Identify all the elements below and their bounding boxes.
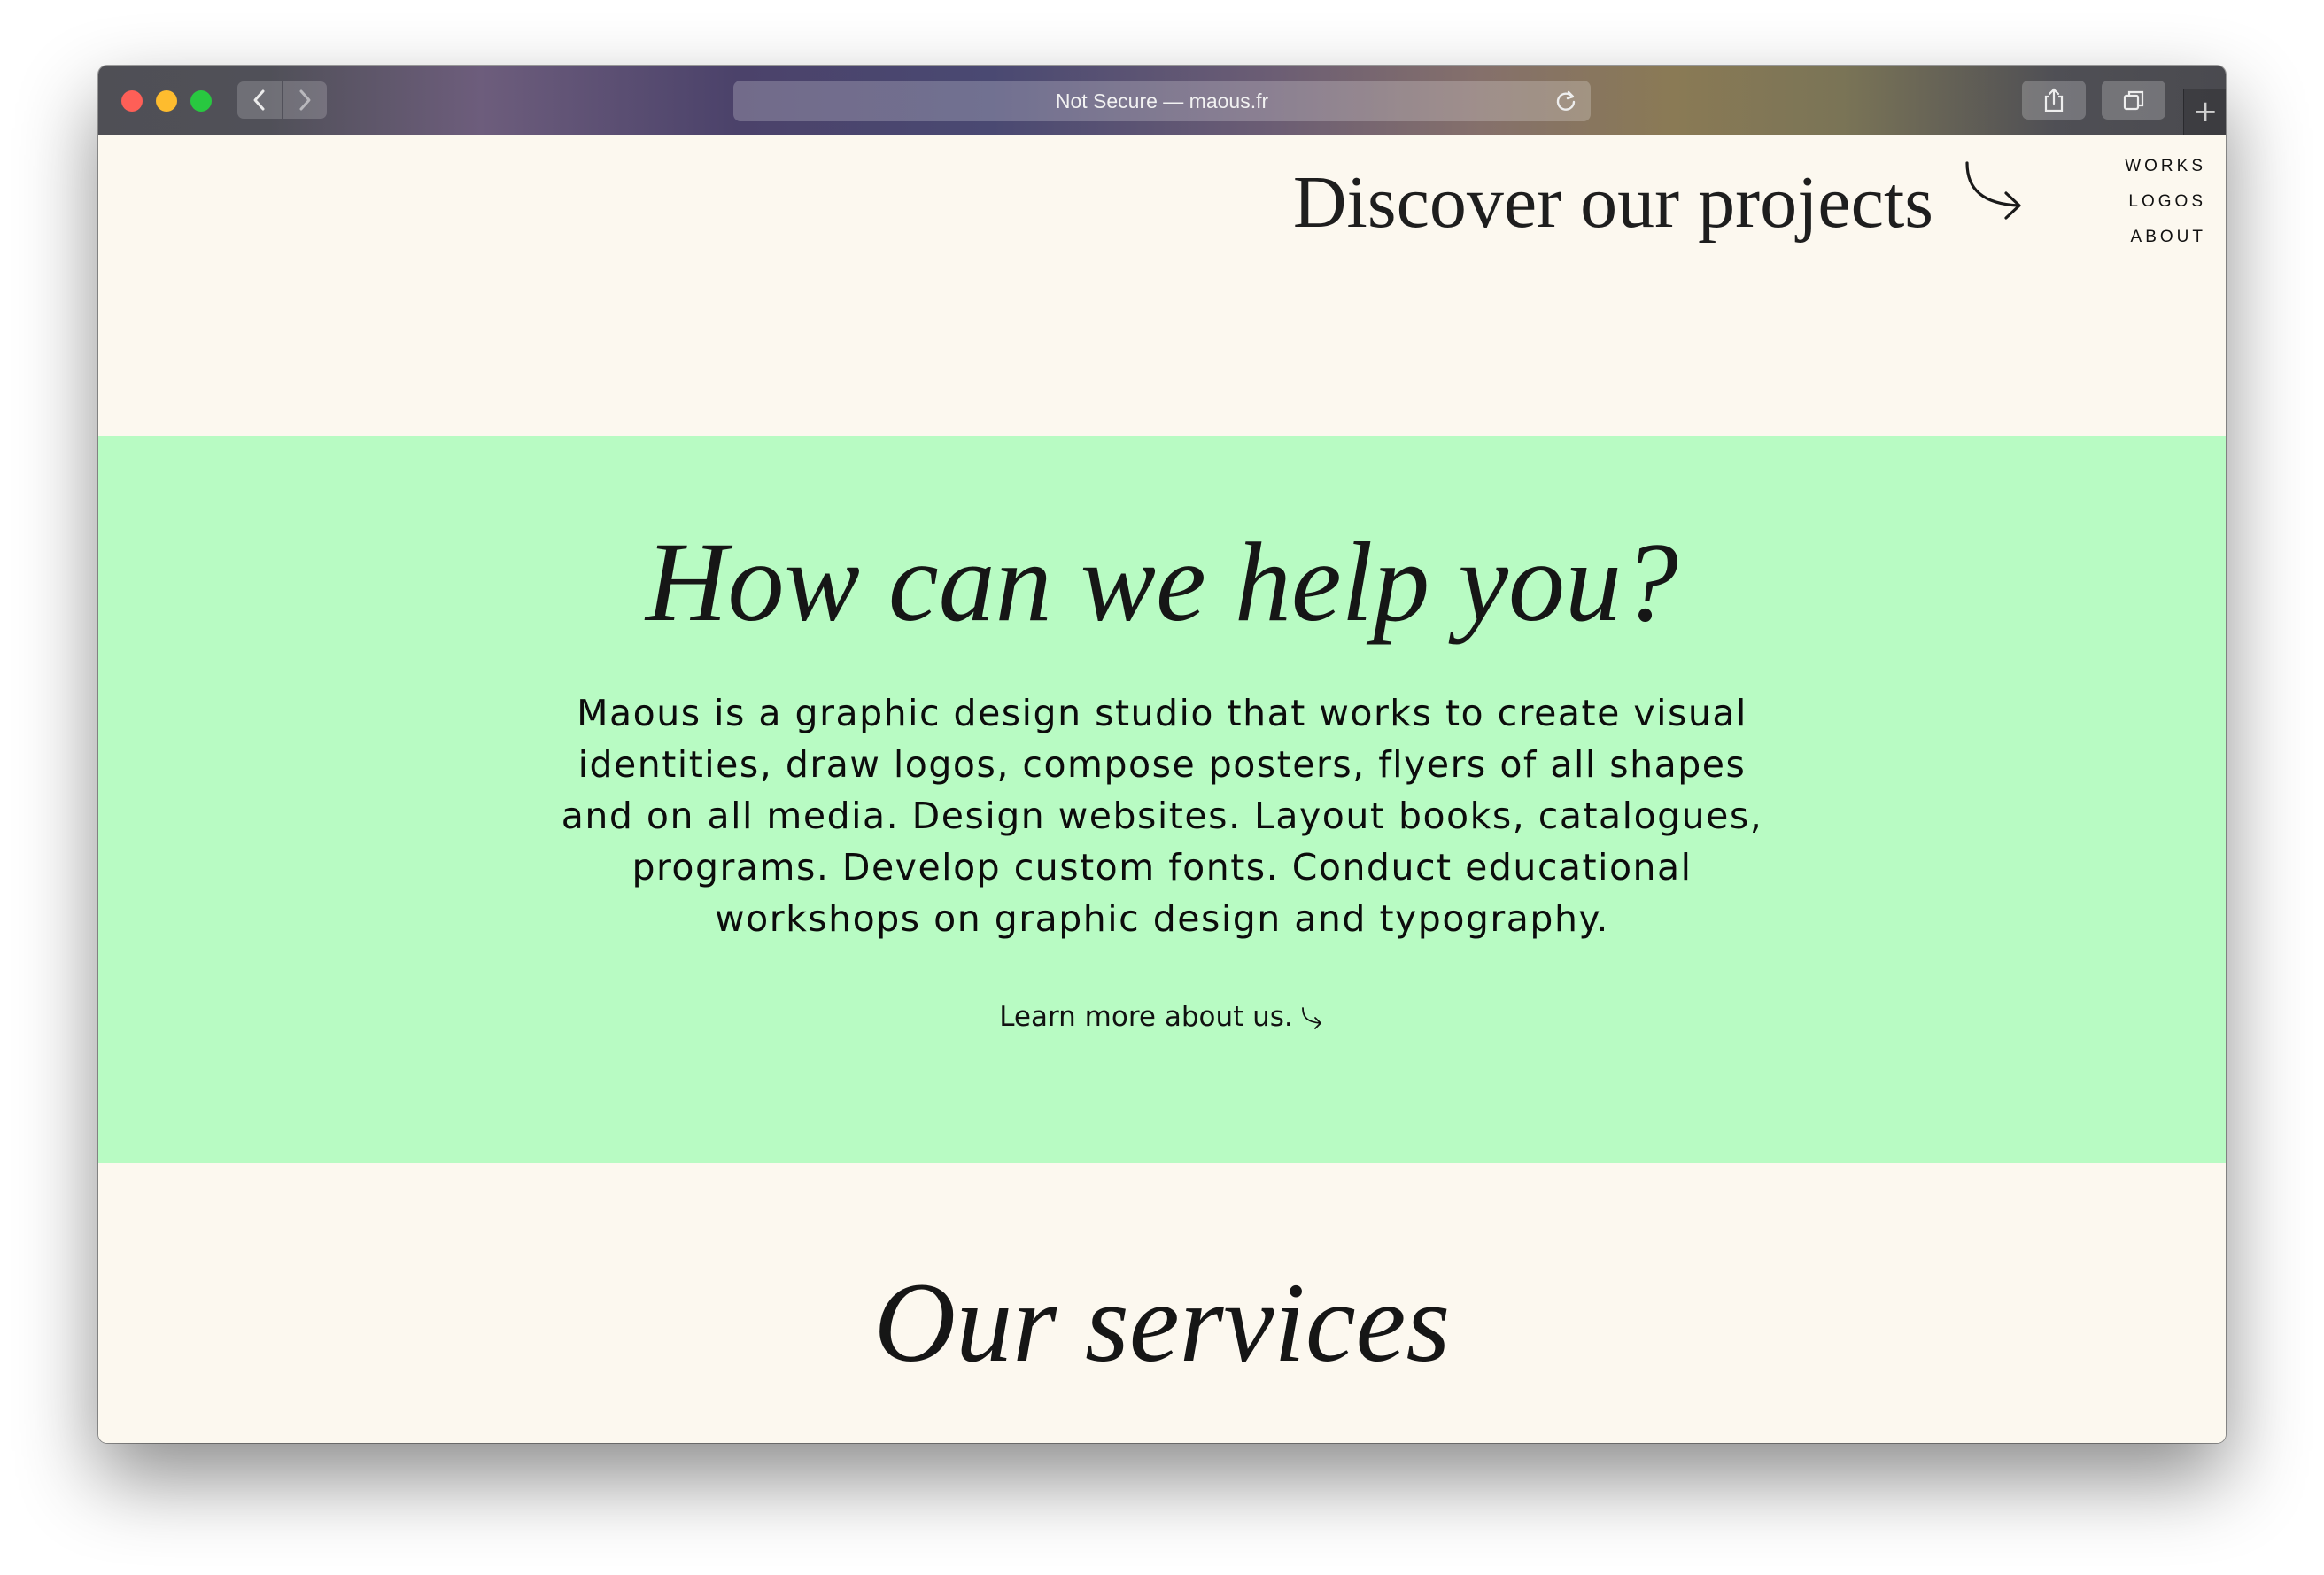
address-text: Not Secure — maous.fr bbox=[1055, 89, 1269, 112]
new-tab-button[interactable]: + bbox=[2183, 89, 2226, 135]
services-heading: Our services bbox=[873, 1260, 1451, 1385]
learn-more-label: Learn more about us. bbox=[999, 1001, 1293, 1033]
close-window-button[interactable] bbox=[121, 90, 143, 112]
page-content: Discover our projects WORKS LOGOS ABOUT … bbox=[98, 135, 2226, 1443]
nav-logos[interactable]: LOGOS bbox=[2125, 184, 2206, 220]
curved-arrow-icon bbox=[1965, 161, 2021, 220]
help-section: How can we help you? Maous is a graphic … bbox=[98, 436, 2226, 1163]
learn-more-link[interactable]: Learn more about us. bbox=[98, 1001, 2226, 1033]
studio-description: Maous is a graphic design studio that wo… bbox=[561, 692, 1763, 940]
chevron-left-icon bbox=[253, 89, 265, 111]
forward-button[interactable] bbox=[283, 81, 327, 119]
share-icon bbox=[2044, 88, 2064, 112]
show-tabs-button[interactable] bbox=[2102, 81, 2165, 120]
tabs-overview-icon bbox=[2123, 90, 2144, 111]
back-button[interactable] bbox=[237, 81, 282, 119]
browser-toolbar: Not Secure — maous.fr + bbox=[98, 66, 2226, 136]
chevron-right-icon bbox=[299, 89, 311, 111]
nav-about[interactable]: ABOUT bbox=[2125, 220, 2206, 255]
discover-projects-link[interactable]: Discover our projects bbox=[1293, 159, 1933, 245]
plus-icon: + bbox=[2192, 94, 2219, 129]
curved-arrow-icon bbox=[1301, 1006, 1321, 1029]
reload-icon[interactable] bbox=[1553, 89, 1578, 113]
minimize-window-button[interactable] bbox=[156, 90, 177, 112]
nav-works[interactable]: WORKS bbox=[2125, 149, 2206, 184]
browser-window: Not Secure — maous.fr + Discover our pro… bbox=[98, 66, 2226, 1443]
help-heading: How can we help you? bbox=[646, 519, 1678, 645]
main-nav: WORKS LOGOS ABOUT bbox=[2125, 149, 2206, 255]
maximize-window-button[interactable] bbox=[190, 90, 212, 112]
address-bar[interactable]: Not Secure — maous.fr bbox=[733, 81, 1591, 121]
share-button[interactable] bbox=[2022, 81, 2086, 120]
